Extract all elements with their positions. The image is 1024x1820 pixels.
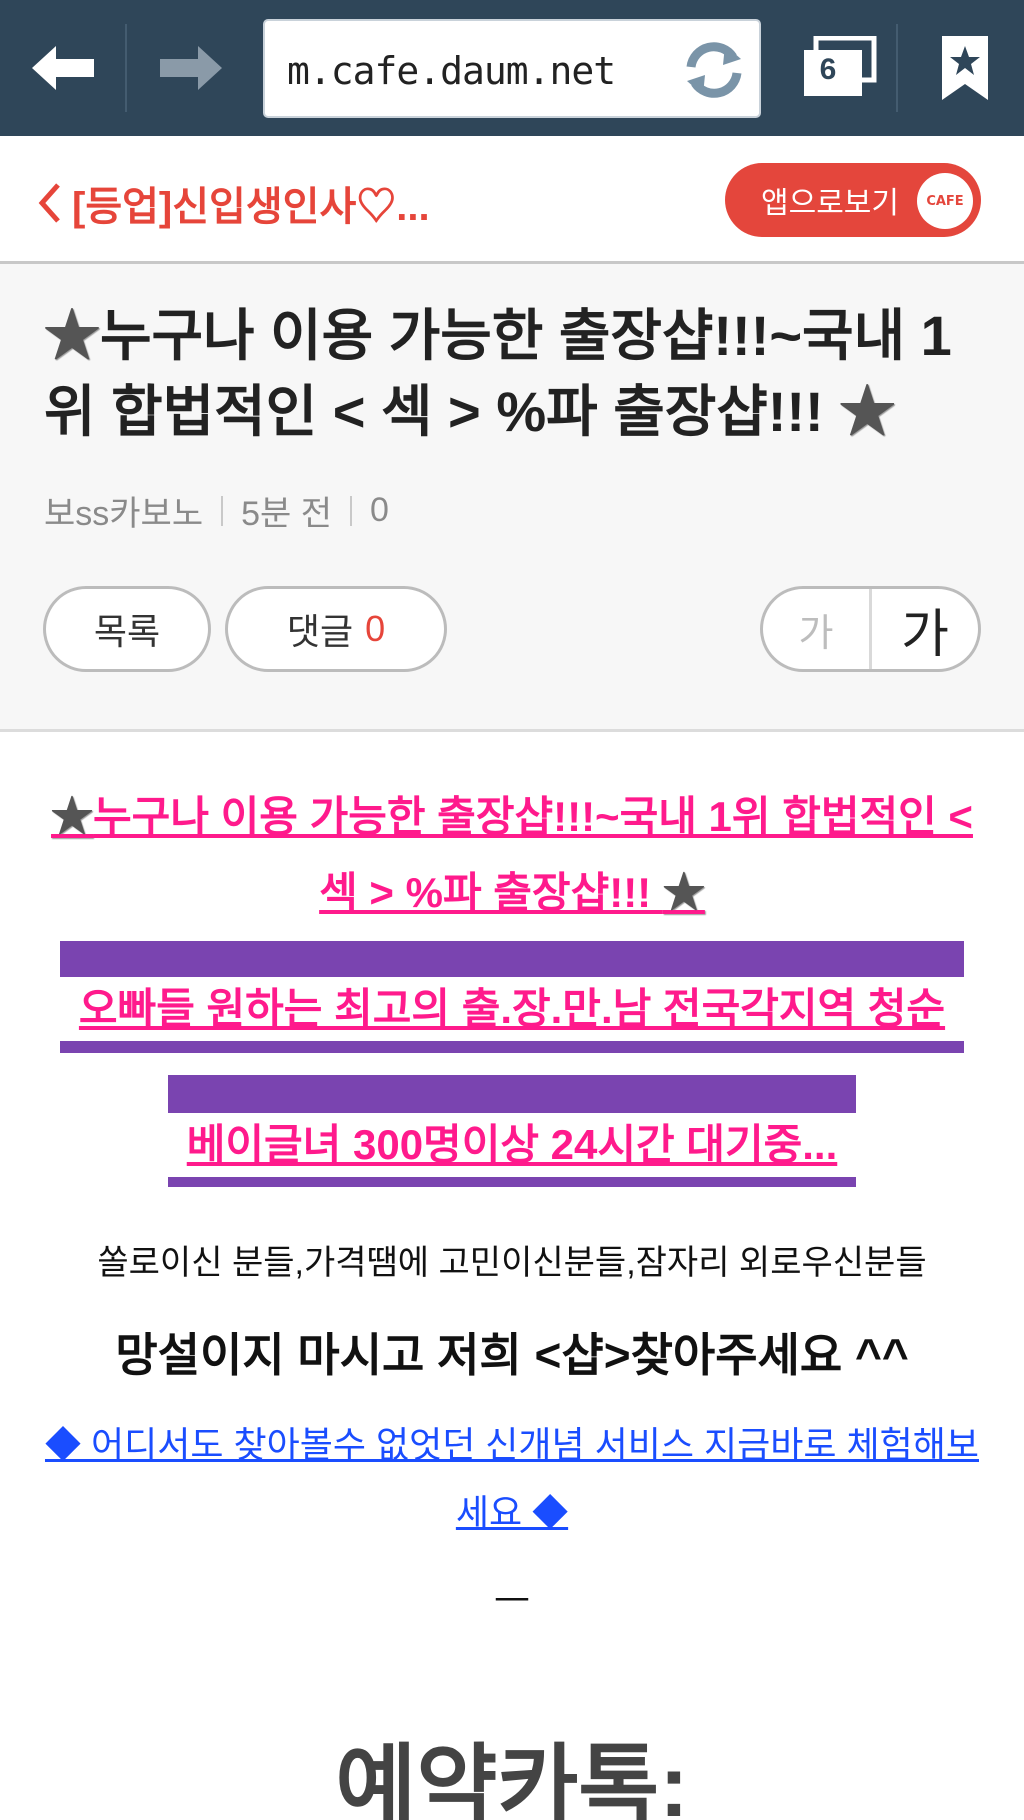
star-icon: ★: [51, 793, 94, 840]
cafe-header: [등업]신입생인사♡... 앱으로보기 CAFE: [0, 136, 1024, 264]
article-title-text: 누구나 이용 가능한 출장샵!!!~국내 1위 합법적인 < 섹 > %파 출장…: [44, 304, 952, 443]
chevron-left-icon: [38, 183, 60, 223]
star-icon: ★: [662, 869, 705, 916]
comment-button-label: 댓글: [286, 611, 354, 652]
back-button[interactable]: [0, 0, 125, 136]
toolbar-divider: [896, 24, 898, 112]
cafe-board-name[interactable]: [등업]신입생인사♡...: [72, 174, 430, 232]
browser-toolbar: m.cafe.daum.net 6: [0, 0, 1024, 136]
list-button[interactable]: 목록: [43, 586, 211, 672]
body-title-link[interactable]: ★누구나 이용 가능한 출장샵!!!~국내 1위 합법적인 < 섹 > %파 출…: [40, 779, 984, 931]
font-size-toggle: 가 가: [760, 586, 981, 672]
article-body: ★누구나 이용 가능한 출장샵!!!~국내 1위 합법적인 < 섹 > %파 출…: [0, 735, 1024, 1820]
body-text-line: 쏠로이신 분들,가격땜에 고민이신분들,잠자리 외로우신분들: [97, 1244, 927, 1282]
meta-divider: [350, 495, 353, 526]
article-meta: ★누구나 이용 가능한 출장샵!!!~국내 1위 합법적인 < 섹 > %파 출…: [0, 264, 1024, 732]
font-size-large-button[interactable]: 가: [872, 589, 978, 669]
cafe-back-link[interactable]: [등업]신입생인사♡...: [36, 174, 430, 232]
font-size-small-button[interactable]: 가: [763, 589, 872, 669]
address-bar[interactable]: m.cafe.daum.net: [263, 19, 761, 118]
open-in-app-label: 앱으로보기: [761, 187, 899, 220]
cafe-logo-icon: CAFE: [917, 173, 973, 229]
service-link[interactable]: ◆ 어디서도 찾아볼수 없엇던 신개념 서비스 지금바로 체험해보세요 ◆: [38, 1411, 986, 1547]
open-in-app-button[interactable]: 앱으로보기 CAFE: [725, 163, 981, 237]
author-name[interactable]: 보ss카보노: [44, 486, 203, 535]
meta-divider: [221, 495, 224, 526]
star-icon: ★: [44, 304, 100, 367]
dash-separator: —: [494, 1577, 530, 1618]
body-emphasis-line: 망설이지 마시고 저희 <샵>찾아주세요 ^^: [115, 1329, 909, 1381]
bookmark-button[interactable]: [910, 22, 1020, 114]
reservation-heading: 예약카톡:: [335, 1736, 689, 1820]
post-time: 5분 전: [241, 495, 333, 533]
reload-icon[interactable]: [681, 37, 747, 103]
star-icon: ★: [839, 380, 896, 443]
back-arrow-icon: [31, 46, 94, 90]
article-title: ★누구나 이용 가능한 출장샵!!!~국내 1위 합법적인 < 섹 > %파 출…: [44, 298, 994, 450]
forward-button[interactable]: [127, 0, 254, 136]
tabs-button[interactable]: 6: [790, 22, 890, 114]
body-title-text: 누구나 이용 가능한 출장샵!!!~국내 1위 합법적인 < 섹 > %파 출장…: [93, 793, 973, 916]
forward-arrow-icon: [159, 46, 222, 90]
comment-count: 0: [365, 608, 386, 649]
url-text[interactable]: m.cafe.daum.net: [287, 49, 616, 93]
tab-count: 6: [819, 53, 837, 86]
promo-line-2[interactable]: 베이글녀 300명이상 24시간 대기중...: [168, 1113, 856, 1177]
list-button-label: 목록: [93, 611, 161, 652]
view-count: 0: [370, 491, 389, 529]
article-info: 보ss카보노 5분 전 0: [44, 486, 389, 535]
promo-line-1[interactable]: 오빠들 원하는 최고의 출.장.만.남 전국각지역 청순: [60, 977, 964, 1041]
bookmark-star-icon: [942, 36, 988, 100]
comment-button[interactable]: 댓글 0: [225, 586, 447, 672]
